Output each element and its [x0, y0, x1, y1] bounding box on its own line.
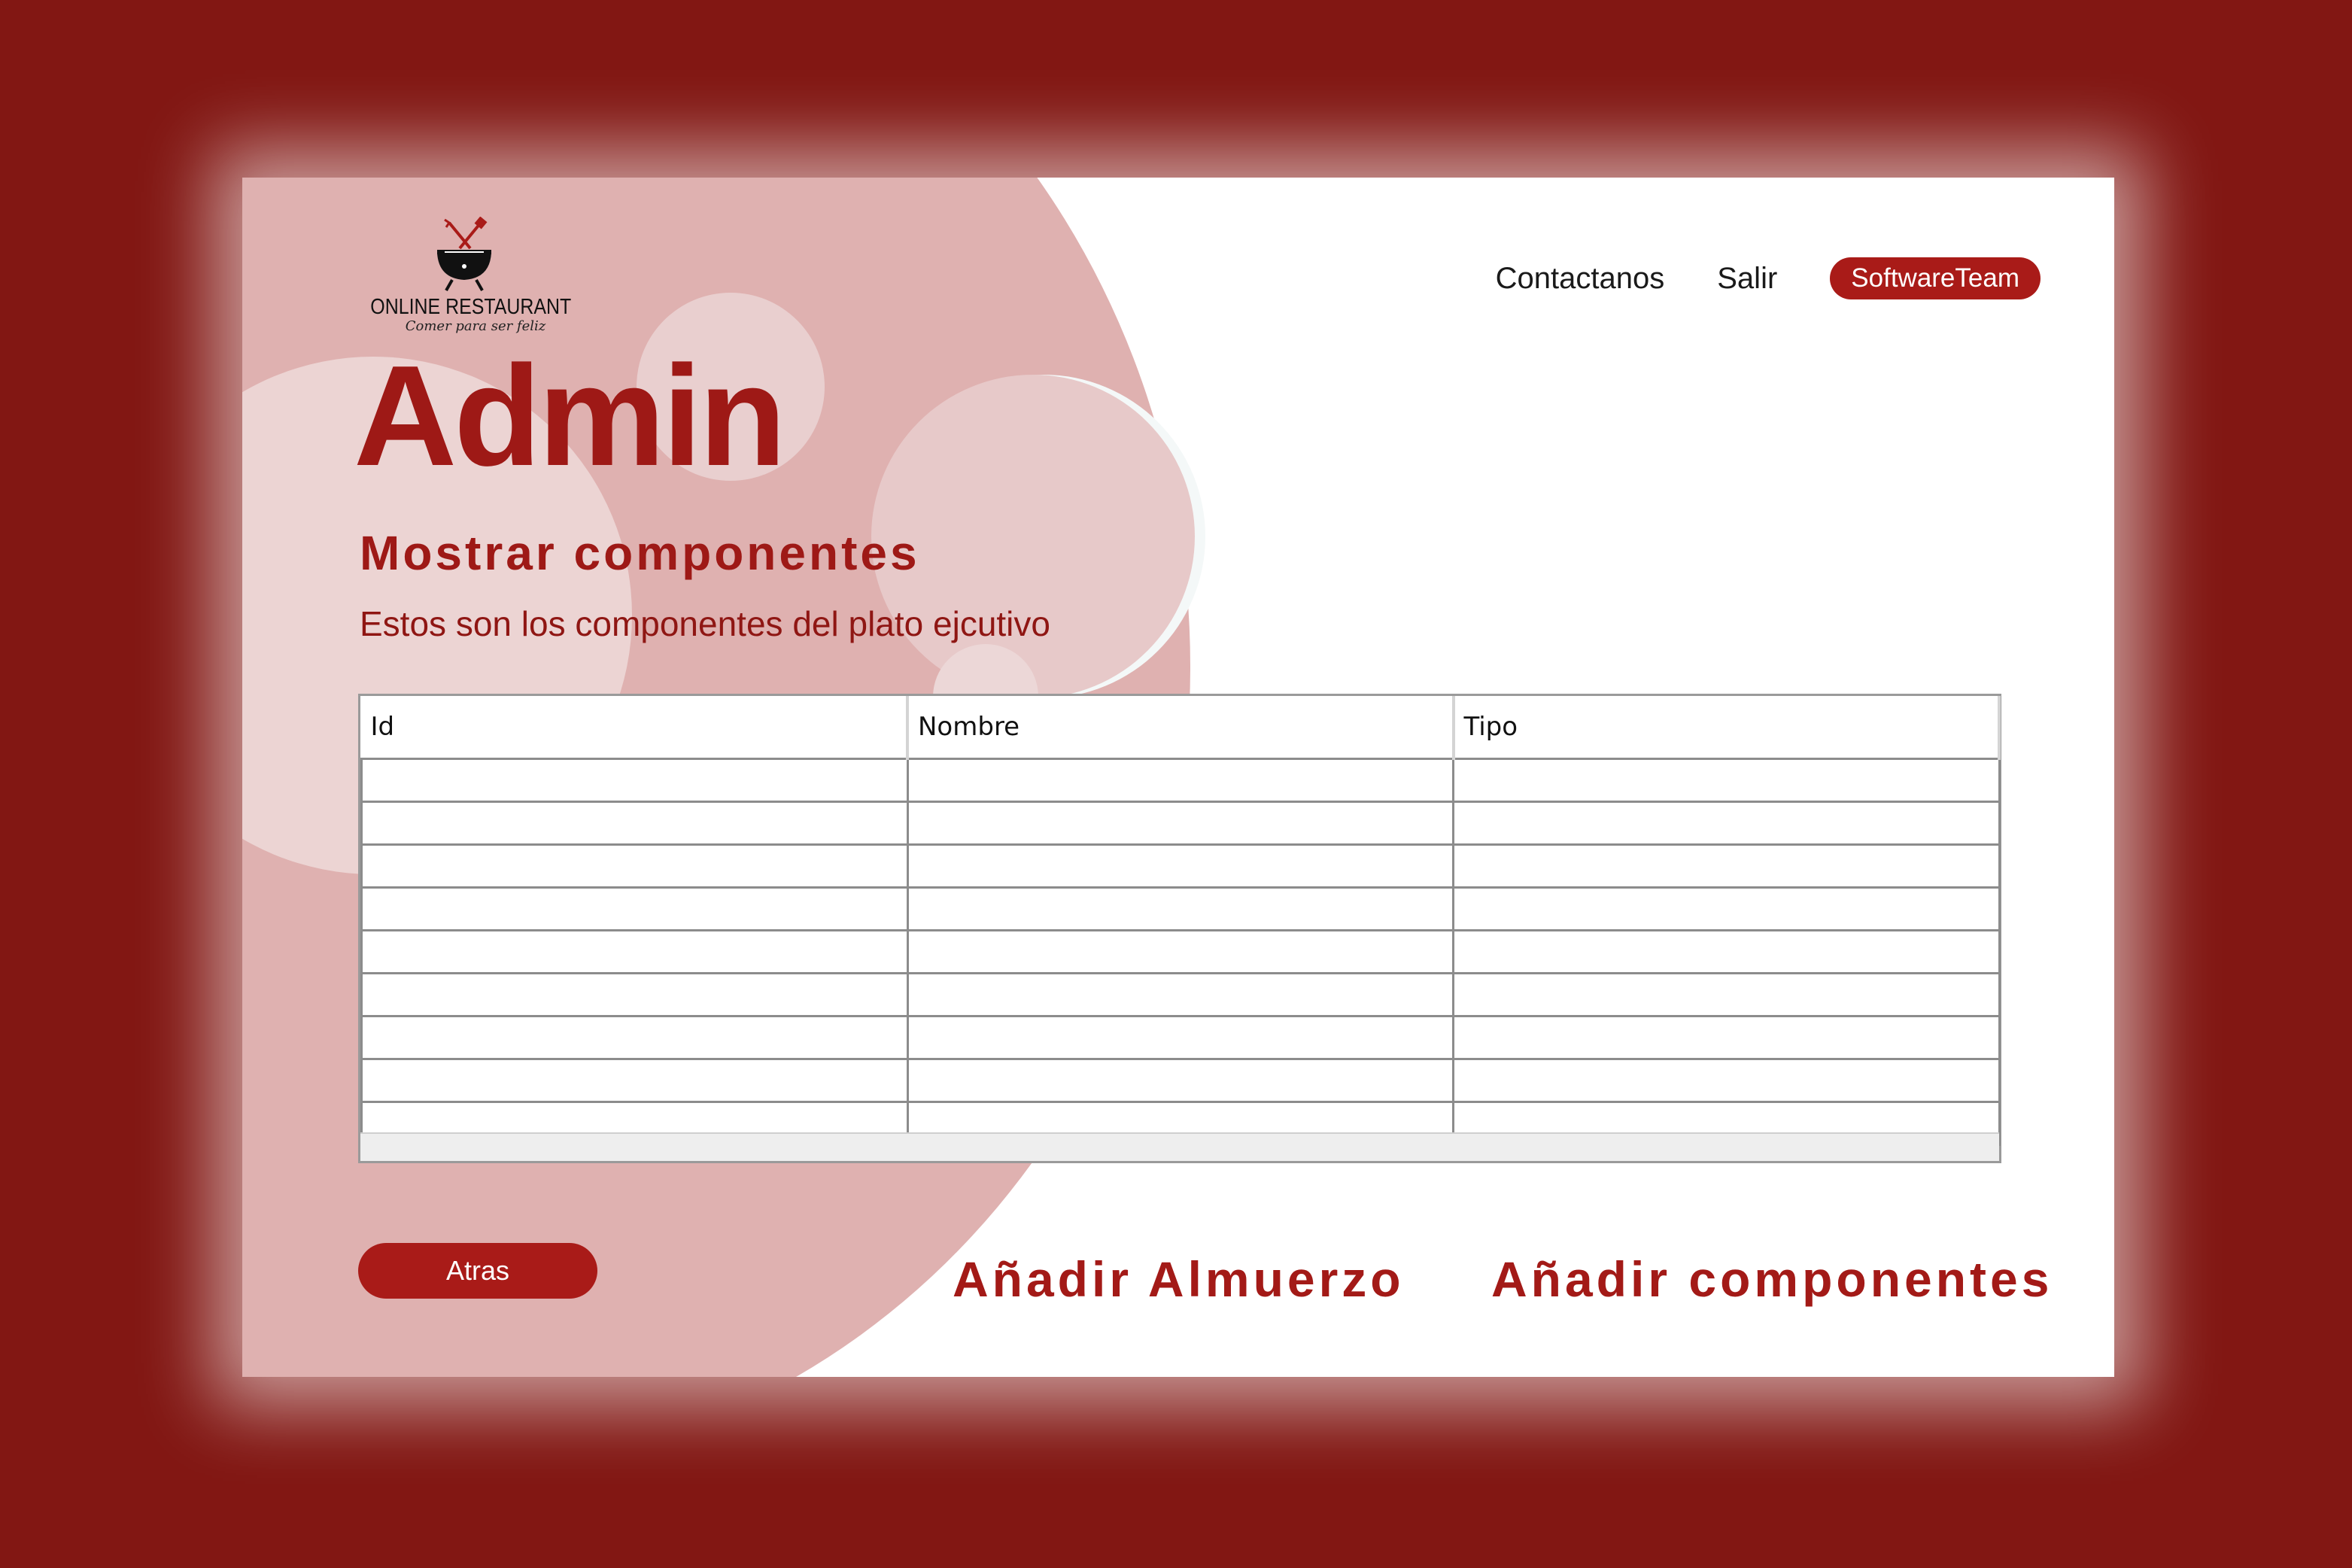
table-cell[interactable] [906, 886, 1454, 931]
table-row[interactable] [360, 929, 2001, 974]
add-components-link[interactable]: Añadir componentes [1491, 1250, 2053, 1308]
table-cell[interactable] [1452, 929, 2001, 974]
team-badge-button[interactable]: SoftwareTeam [1830, 257, 2041, 299]
column-header-nombre[interactable]: Nombre [907, 696, 1455, 760]
table-cell[interactable] [1452, 801, 2001, 846]
table-cell[interactable] [360, 929, 909, 974]
table-row[interactable] [360, 972, 2001, 1017]
horizontal-scrollbar[interactable] [360, 1132, 1999, 1161]
table-row[interactable] [360, 1058, 2001, 1103]
components-table[interactable]: Id Nombre Tipo [358, 694, 2001, 1163]
table-cell[interactable] [906, 972, 1454, 1017]
table-cell[interactable] [360, 886, 909, 931]
table-cell[interactable] [1452, 972, 2001, 1017]
page-background: ONLINE RESTAURANT Comer para ser feliz C… [0, 0, 2352, 1568]
add-lunch-link[interactable]: Añadir Almuerzo [953, 1250, 1405, 1308]
table-cell[interactable] [906, 801, 1454, 846]
table-cell[interactable] [906, 1015, 1454, 1060]
section-description: Estos son los componentes del plato ejcu… [360, 604, 1050, 643]
table-row[interactable] [360, 843, 2001, 889]
nav-logout-link[interactable]: Salir [1717, 262, 1777, 296]
table-cell[interactable] [1452, 1015, 2001, 1060]
table-cell[interactable] [906, 929, 1454, 974]
back-button[interactable]: Atras [358, 1243, 597, 1299]
top-nav: Contactanos Salir SoftwareTeam [1496, 257, 2041, 299]
table-row[interactable] [360, 886, 2001, 931]
table-row[interactable] [360, 1015, 2001, 1060]
table-cell[interactable] [1452, 886, 2001, 931]
table-cell[interactable] [360, 843, 909, 889]
table-cell[interactable] [360, 801, 909, 846]
table-cell[interactable] [360, 758, 909, 803]
table-cell[interactable] [360, 1015, 909, 1060]
table-header-row: Id Nombre Tipo [361, 696, 2001, 760]
section-subtitle: Mostrar componentes [360, 526, 920, 580]
table-cell[interactable] [1452, 843, 2001, 889]
grill-icon [437, 217, 491, 291]
nav-contact-link[interactable]: Contactanos [1496, 262, 1665, 296]
brand-tagline: Comer para ser feliz [405, 318, 546, 334]
column-header-id[interactable]: Id [361, 696, 909, 760]
table-cell[interactable] [906, 758, 1454, 803]
table-cell[interactable] [906, 1058, 1454, 1103]
table-cell[interactable] [1452, 758, 2001, 803]
table-cell[interactable] [360, 972, 909, 1017]
data-table: Id Nombre Tipo [360, 696, 2001, 1146]
page-title: Admin [354, 336, 786, 496]
table-cell[interactable] [1452, 1058, 2001, 1103]
table-row[interactable] [360, 758, 2001, 803]
column-header-tipo[interactable]: Tipo [1453, 696, 2001, 760]
table-cell[interactable] [906, 843, 1454, 889]
app-window: ONLINE RESTAURANT Comer para ser feliz C… [242, 178, 2114, 1377]
brand-name: ONLINE RESTAURANT [370, 295, 572, 319]
table-row[interactable] [360, 801, 2001, 846]
table-cell[interactable] [360, 1058, 909, 1103]
brand-logo[interactable]: ONLINE RESTAURANT Comer para ser feliz [355, 217, 573, 352]
